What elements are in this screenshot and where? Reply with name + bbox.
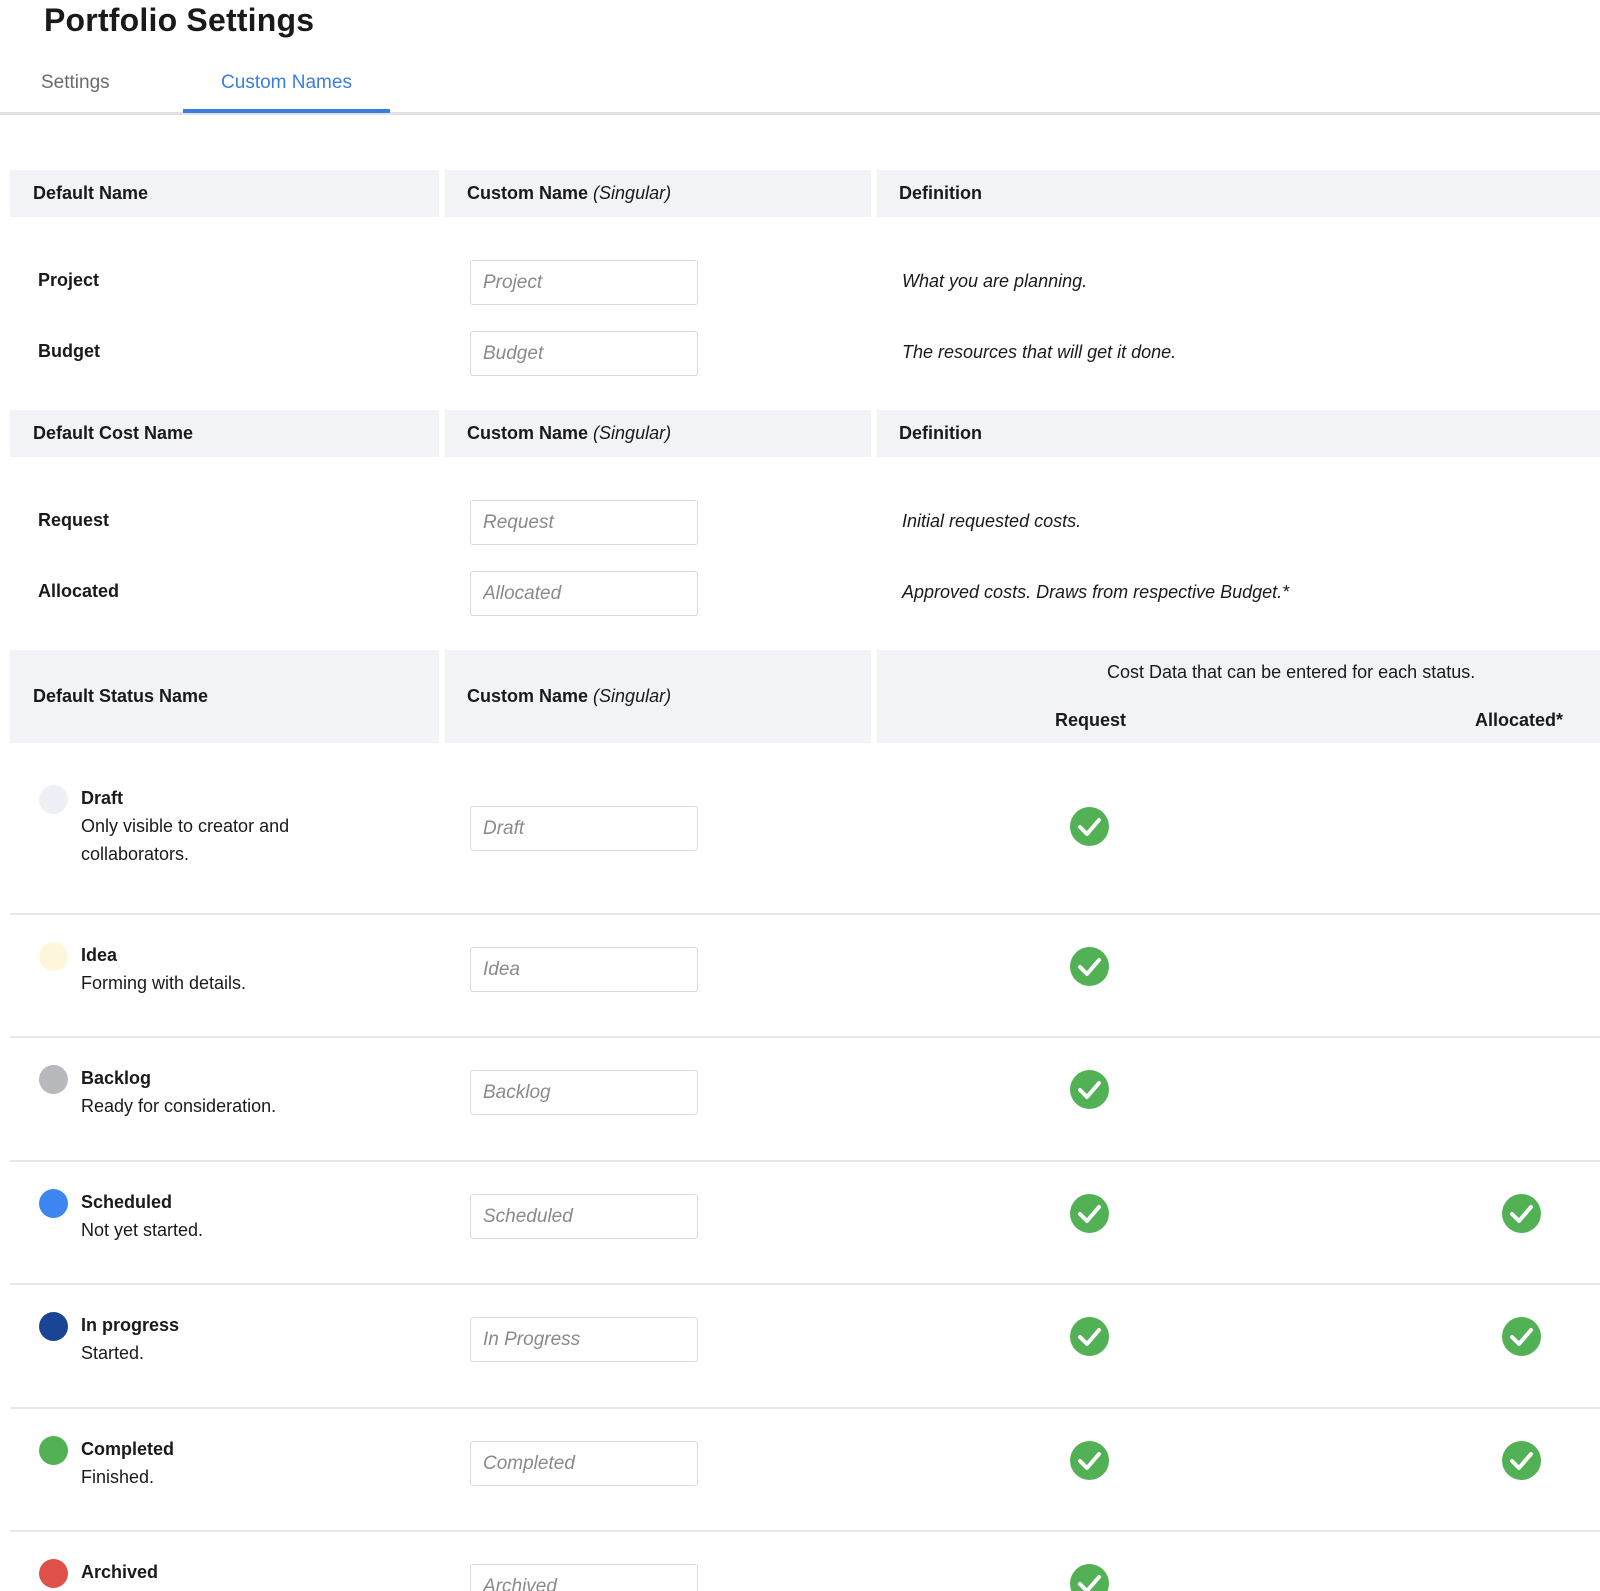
status-color-dot: [39, 1189, 68, 1218]
status-custom-name-input[interactable]: [470, 1441, 698, 1486]
status-color-dot: [39, 1065, 68, 1094]
header-label: Default Cost Name: [33, 423, 194, 443]
request-check-icon: [1070, 947, 1109, 986]
request-column-label: Request: [1055, 710, 1127, 730]
status-row: Scheduled Not yet started.: [10, 1162, 1600, 1285]
status-row: Completed Finished.: [10, 1409, 1600, 1532]
status-description: Ready for consideration.: [81, 1096, 277, 1116]
allocated-check-icon: [1502, 1441, 1541, 1480]
header-label: Custom Name (Singular): [467, 183, 672, 203]
definition-budget: The resources that will get it done.: [902, 342, 1177, 362]
request-check-icon: [1070, 1317, 1109, 1356]
status-description-line2: collaborators.: [81, 844, 190, 864]
request-check-icon: [1070, 807, 1109, 846]
status-name: Completed: [81, 1439, 175, 1459]
status-description: Forming with details.: [81, 973, 247, 993]
header-label: Definition: [899, 423, 982, 443]
definition-project: What you are planning.: [902, 271, 1088, 291]
status-color-dot: [39, 1312, 68, 1341]
definition-allocated: Approved costs. Draws from respective Bu…: [902, 582, 1290, 602]
status-row: In progress Started.: [10, 1285, 1600, 1409]
status-name: Backlog: [81, 1068, 152, 1088]
cost-header-custom: Custom Name (Singular): [445, 410, 871, 457]
allocated-column-label: Allocated*: [1475, 710, 1564, 730]
status-color-dot: [39, 1436, 68, 1465]
allocated-check-icon: [1502, 1317, 1541, 1356]
status-custom-name-input[interactable]: [470, 1317, 698, 1362]
cost-data-caption: Cost Data that can be entered for each s…: [1107, 662, 1476, 682]
status-row: Archived: [10, 1532, 1600, 1591]
definition-request: Initial requested costs.: [902, 511, 1082, 531]
status-custom-name-input[interactable]: [470, 1194, 698, 1239]
default-name-budget: Budget: [38, 341, 100, 361]
status-row: Idea Forming with details.: [10, 915, 1600, 1038]
tab-custom-names[interactable]: Custom Names: [183, 72, 390, 112]
custom-name-budget-input[interactable]: [470, 331, 698, 376]
status-description: Started.: [81, 1343, 145, 1363]
cost-header-definition: Definition: [877, 410, 1600, 457]
status-description: Finished.: [81, 1467, 155, 1487]
default-cost-allocated: Allocated: [38, 581, 120, 601]
allocated-check-icon: [1502, 1194, 1541, 1233]
active-tab-indicator: [183, 109, 390, 113]
status-name: Draft: [81, 788, 124, 808]
header-label: Default Status Name: [33, 686, 209, 706]
status-description: Only visible to creator and: [81, 816, 290, 836]
status-custom-name-input[interactable]: [470, 806, 698, 851]
header-label: Definition: [899, 183, 982, 203]
status-name: Archived: [81, 1562, 159, 1582]
names-header-default: Default Name: [10, 170, 439, 217]
request-check-icon: [1070, 1564, 1109, 1591]
status-custom-name-input[interactable]: [470, 1070, 698, 1115]
status-color-dot: [39, 942, 68, 971]
names-header-custom: Custom Name (Singular): [445, 170, 871, 217]
status-name: Scheduled: [81, 1192, 173, 1212]
status-row: Draft Only visible to creator and collabor…: [10, 760, 1600, 915]
status-custom-name-input[interactable]: [470, 947, 698, 992]
header-label: Custom Name (Singular): [467, 423, 672, 443]
status-name: In progress: [81, 1315, 180, 1335]
names-header-definition: Definition: [877, 170, 1600, 217]
custom-name-request-input[interactable]: [470, 500, 698, 545]
default-cost-request: Request: [38, 510, 110, 530]
tab-settings[interactable]: Settings: [41, 72, 110, 112]
status-header-custom: Custom Name (Singular): [445, 650, 871, 743]
custom-name-allocated-input[interactable]: [470, 571, 698, 616]
header-label: Custom Name (Singular): [467, 686, 672, 706]
status-header-default: Default Status Name: [10, 650, 439, 743]
status-name: Idea: [81, 945, 118, 965]
status-custom-name-input[interactable]: [470, 1564, 698, 1591]
status-description: Not yet started.: [81, 1220, 204, 1240]
status-color-dot: [39, 785, 68, 814]
status-color-dot: [39, 1559, 68, 1588]
request-check-icon: [1070, 1070, 1109, 1109]
status-header-cost-data: Cost Data that can be entered for each s…: [877, 650, 1600, 743]
custom-name-project-input[interactable]: [470, 260, 698, 305]
request-check-icon: [1070, 1441, 1109, 1480]
page-title: Portfolio Settings: [44, 2, 315, 38]
request-check-icon: [1070, 1194, 1109, 1233]
status-row: Backlog Ready for consideration.: [10, 1038, 1600, 1162]
default-name-project: Project: [38, 270, 100, 290]
header-label: Default Name: [33, 183, 149, 203]
cost-header-default: Default Cost Name: [10, 410, 439, 457]
tab-bar: Settings Custom Names: [0, 60, 1600, 115]
